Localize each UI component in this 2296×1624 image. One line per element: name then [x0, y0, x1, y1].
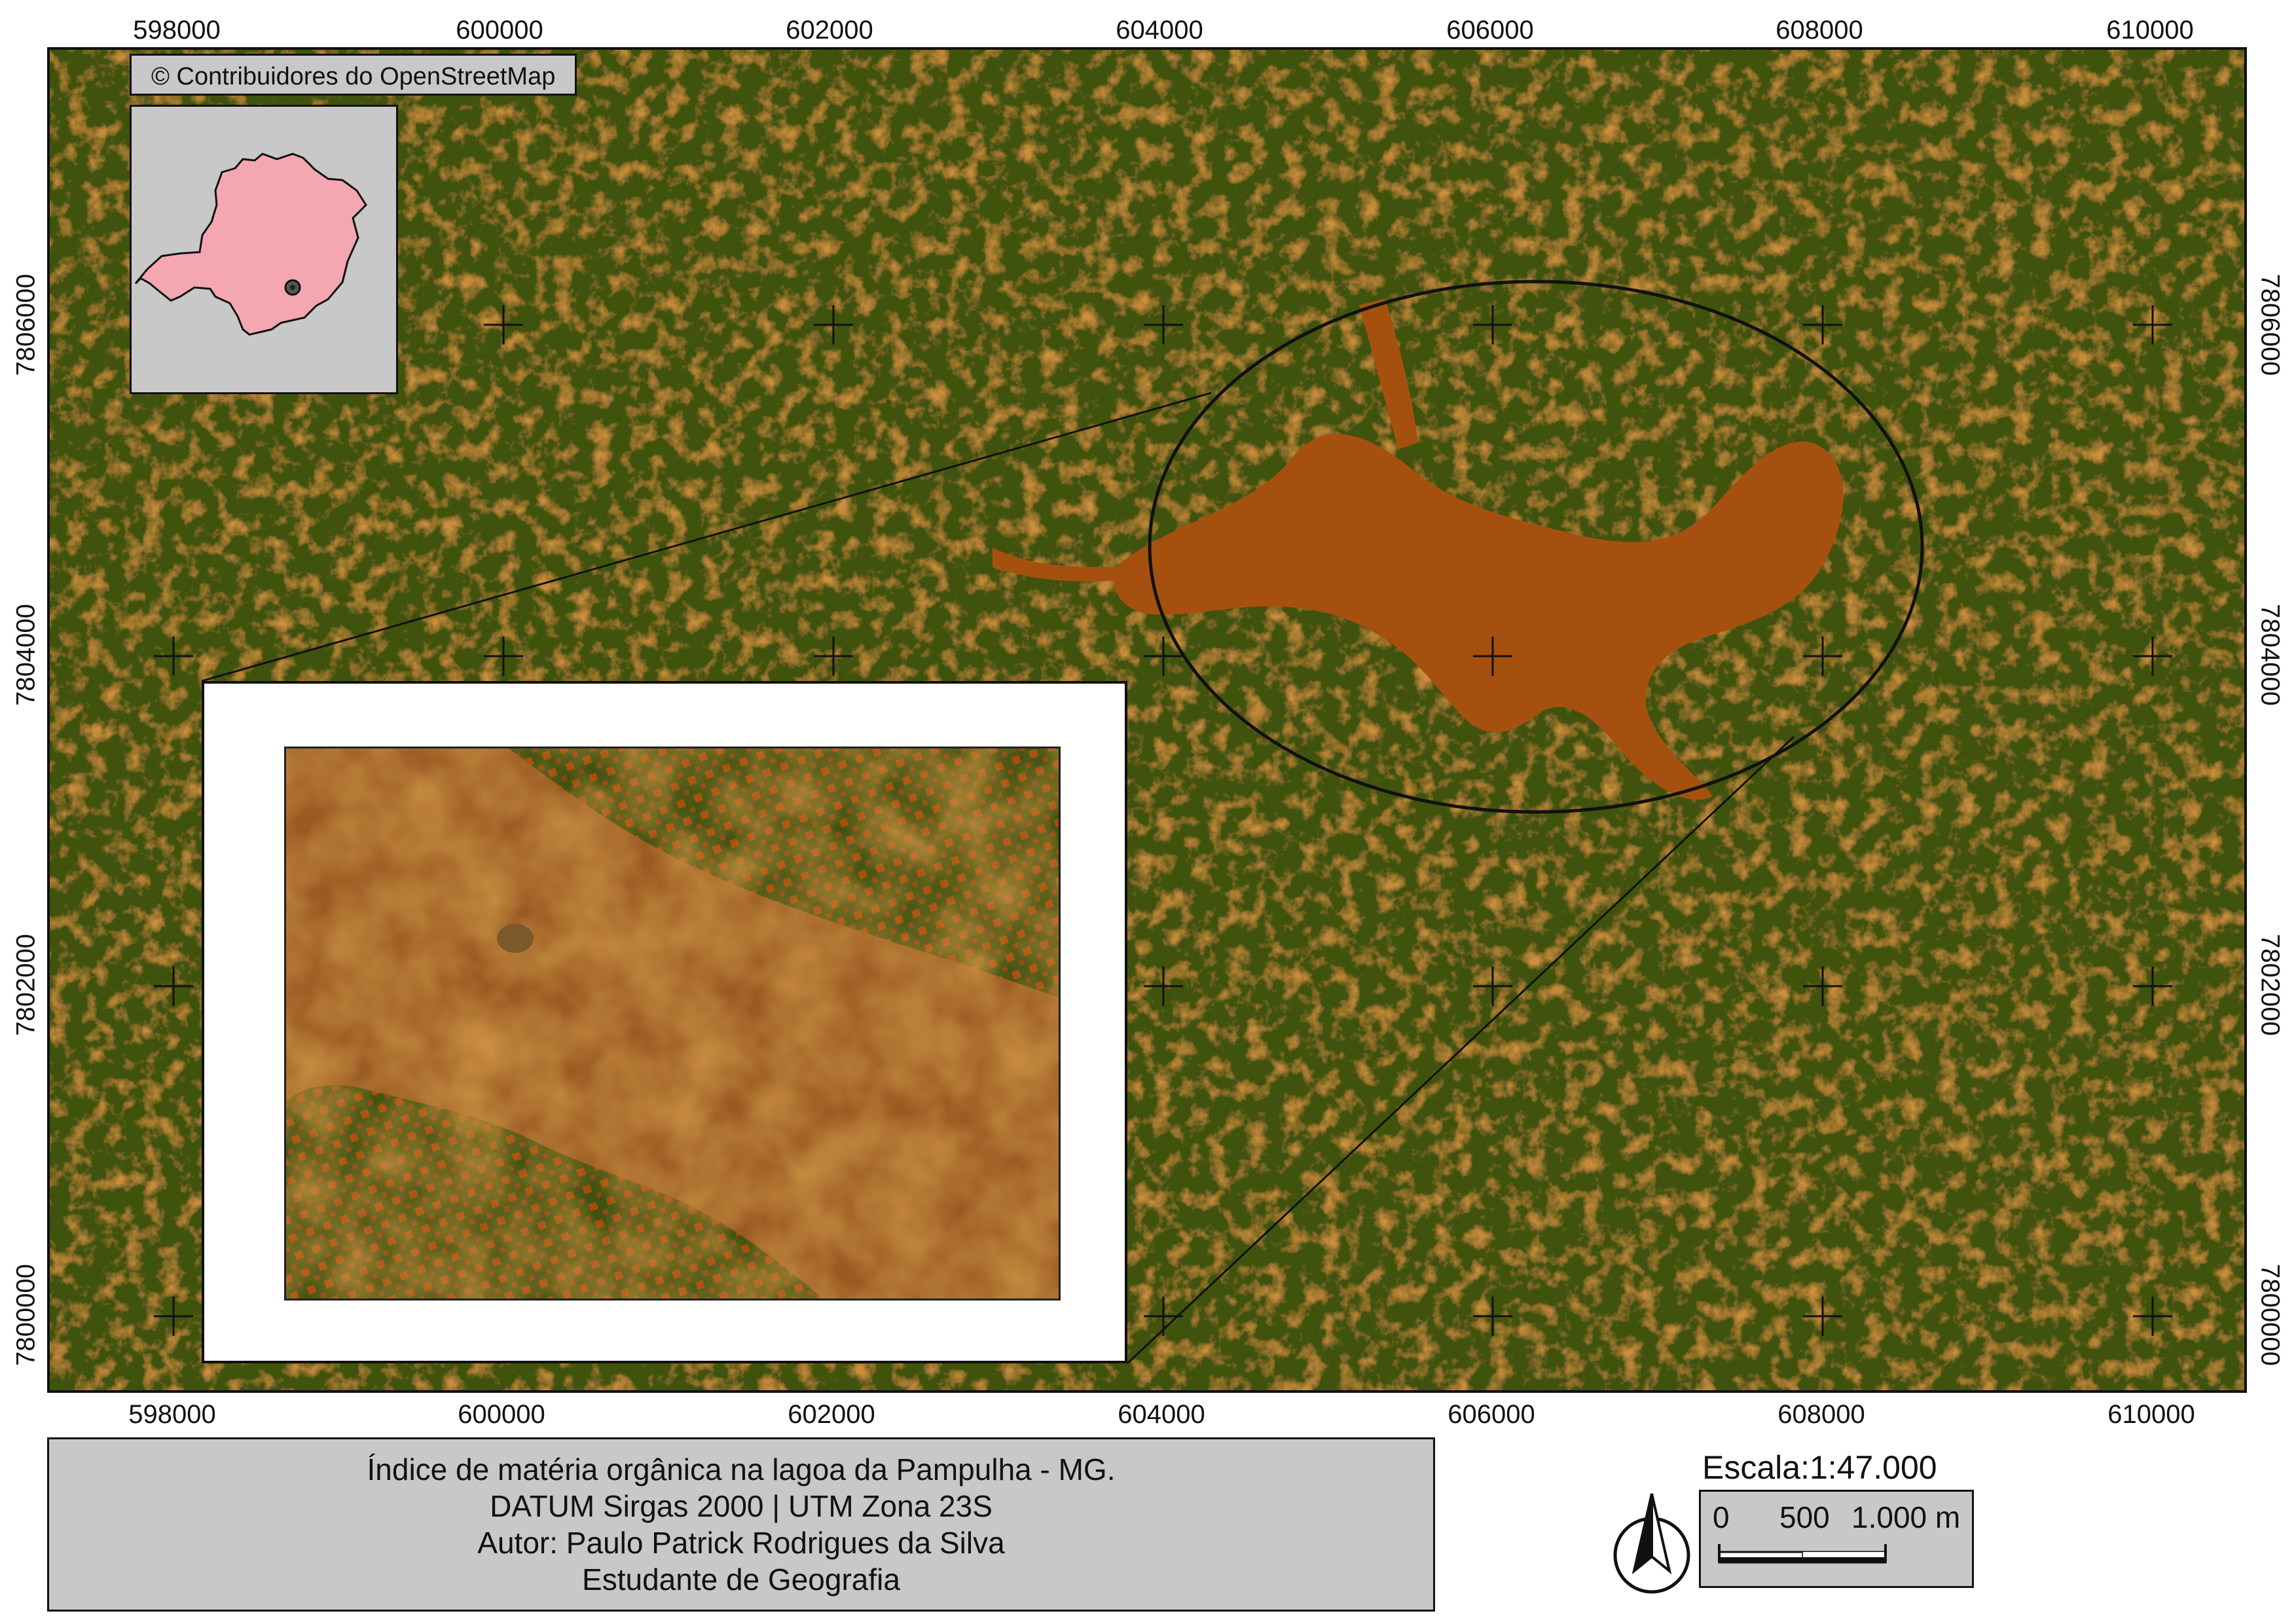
grid-label-left-7804000: 7804000	[11, 604, 41, 706]
grid-label-bottom-602000: 602000	[788, 1400, 875, 1429]
inset-frame	[202, 681, 1127, 1363]
minas-gerais-shape	[134, 153, 367, 336]
grid-label-right-7804000: 7804000	[2255, 604, 2285, 706]
inset-raster	[286, 748, 1059, 1299]
grid-label-bottom-600000: 600000	[458, 1400, 545, 1429]
grid-label-right-7806000: 7806000	[2255, 274, 2285, 376]
locator-svg	[134, 153, 367, 336]
grid-label-left-7800000: 7800000	[11, 1264, 41, 1366]
map-author: Autor: Paulo Patrick Rodrigues da Silva	[477, 1526, 1005, 1560]
attribution-label: © Contribuidores do OpenStreetMap	[130, 54, 577, 96]
grid-label-bottom-610000: 610000	[2107, 1400, 2195, 1429]
grid-label-top-600000: 600000	[456, 16, 543, 45]
map-title: Índice de matéria orgânica na lagoa da P…	[367, 1452, 1116, 1486]
map-title-box: Índice de matéria orgânica na lagoa da P…	[47, 1437, 1435, 1612]
north-arrow-icon	[1613, 1493, 1690, 1594]
scale-title: Escala:1:47.000	[1702, 1449, 1937, 1486]
grid-label-bottom-604000: 604000	[1118, 1400, 1205, 1429]
grid-label-right-7802000: 7802000	[2255, 934, 2285, 1036]
grid-label-bottom-598000: 598000	[128, 1400, 216, 1429]
grid-label-top-610000: 610000	[2106, 16, 2194, 45]
scale-bar-box: 0 500 1.000 m	[1699, 1490, 1974, 1588]
inset-map[interactable]	[284, 747, 1061, 1301]
grid-label-left-7806000: 7806000	[11, 274, 41, 376]
grid-label-top-604000: 604000	[1116, 16, 1203, 45]
map-datum: DATUM Sirgas 2000 | UTM Zona 23S	[490, 1489, 993, 1523]
map-author-role: Estudante de Geografia	[582, 1562, 900, 1596]
locator-map	[130, 105, 398, 394]
grid-label-right-7800000: 7800000	[2255, 1264, 2285, 1366]
grid-label-top-598000: 598000	[133, 16, 221, 45]
grid-label-top-602000: 602000	[786, 16, 873, 45]
inset-island	[497, 924, 534, 953]
grid-label-bottom-606000: 606000	[1448, 1400, 1535, 1429]
grid-label-bottom-608000: 608000	[1777, 1400, 1865, 1429]
grid-label-top-606000: 606000	[1446, 16, 1534, 45]
grid-label-left-7802000: 7802000	[11, 934, 41, 1036]
scale-bar-graphic	[1718, 1544, 1887, 1564]
grid-label-top-608000: 608000	[1776, 16, 1863, 45]
